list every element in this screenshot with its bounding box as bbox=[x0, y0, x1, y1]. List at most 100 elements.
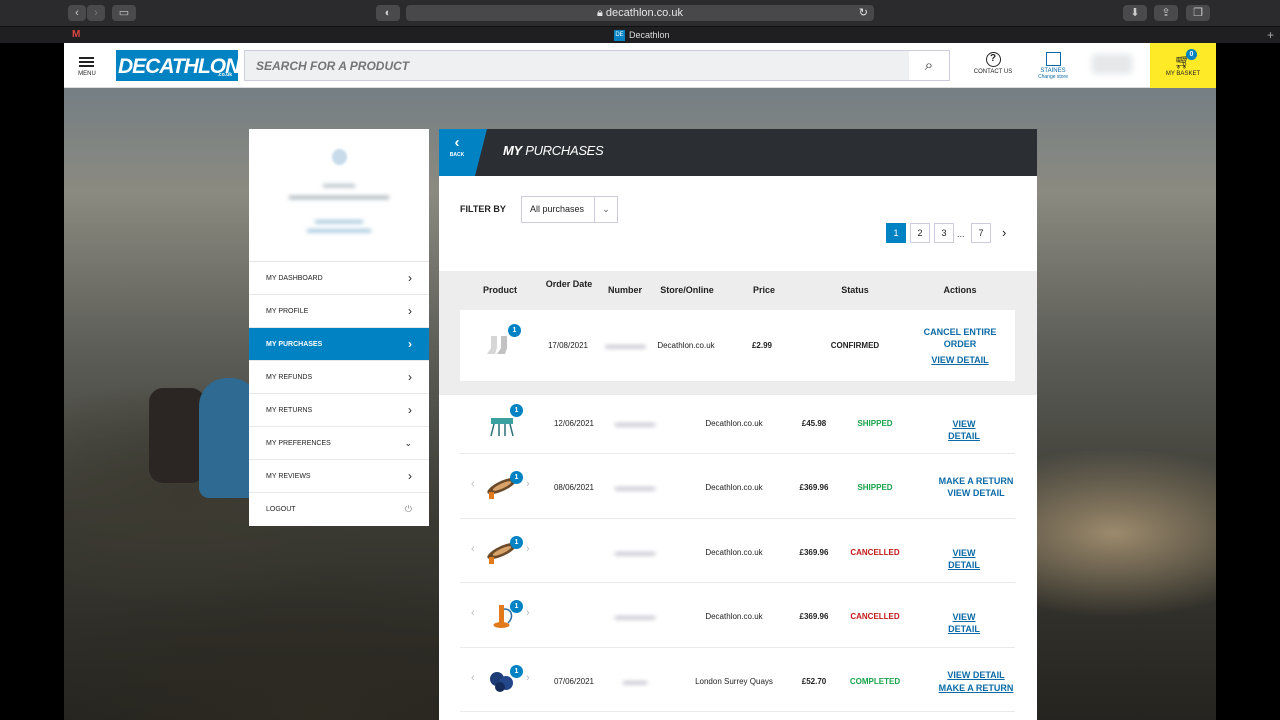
sidebar-item-label: MY REFUNDS bbox=[266, 374, 313, 381]
sidebar-item-refunds[interactable]: MY REFUNDS › bbox=[249, 361, 429, 394]
sidebar-item-reviews[interactable]: MY REVIEWS › bbox=[249, 460, 429, 493]
help-circle-icon: ? bbox=[985, 52, 1001, 67]
sidebar-item-purchases[interactable]: MY PURCHASES › bbox=[249, 328, 429, 361]
status-badge: CANCELLED bbox=[850, 612, 900, 621]
sidebar-item-preferences[interactable]: MY PREFERENCES ⌄ bbox=[249, 427, 429, 460]
account-link-blurred[interactable]: ▬▬▬▬▬▬ bbox=[249, 216, 429, 225]
table-row[interactable]: ‹ 1 › 08/06/2021 ▬▬▬▬▬ Decathlon.co.uk £… bbox=[460, 454, 1015, 519]
download-icon[interactable]: ⬇ bbox=[1123, 5, 1147, 21]
table-row[interactable]: ‹ 1 › ▬▬▬▬▬ Decathlon.co.uk £369.96 CANC… bbox=[460, 519, 1015, 583]
page-title-bold: MY bbox=[503, 143, 522, 158]
sidebar-item-returns[interactable]: MY RETURNS › bbox=[249, 394, 429, 427]
view-detail-link[interactable]: VIEW DETAIL bbox=[936, 611, 992, 635]
view-detail-link[interactable]: VIEW DETAIL bbox=[915, 354, 1005, 366]
back-label: BACK bbox=[449, 152, 465, 158]
page-2-button[interactable]: 2 bbox=[910, 223, 930, 243]
table-row[interactable]: ‹ 1 › ▬▬▬▬▬ Decathlon.co.uk £369.96 CANC… bbox=[460, 583, 1015, 648]
tabs-overview-icon[interactable]: ❐ bbox=[1186, 5, 1210, 21]
quantity-badge: 1 bbox=[508, 324, 521, 337]
status-badge: SHIPPED bbox=[857, 419, 893, 428]
back-button[interactable]: ‹ BACK bbox=[439, 129, 475, 176]
table-row[interactable] bbox=[460, 712, 1015, 720]
make-return-link[interactable]: MAKE A RETURN bbox=[936, 475, 1016, 487]
username-blurred: ▬▬▬▬▬▬▬▬▬▬ bbox=[289, 191, 389, 202]
order-price: £369.96 bbox=[799, 483, 829, 492]
page-1-button[interactable]: 1 bbox=[886, 223, 906, 243]
gmail-bookmark-icon[interactable]: M bbox=[72, 29, 80, 40]
order-store: Decathlon.co.uk bbox=[705, 483, 763, 492]
basket-button[interactable]: 🛒︎ 0 MY BASKET bbox=[1150, 43, 1216, 88]
privacy-shield-icon[interactable]: ◐ bbox=[376, 5, 400, 21]
chevron-right-icon[interactable]: › bbox=[526, 478, 530, 490]
sidebar-toggle-icon[interactable]: ▭ bbox=[112, 5, 136, 21]
table-row[interactable]: 1 17/08/2021 ▬▬▬▬▬ Decathlon.co.uk £2.99… bbox=[460, 310, 1015, 381]
power-icon: ⏻ bbox=[404, 504, 412, 514]
account-id-blurred: ▬▬▬▬▬▬▬▬ bbox=[307, 225, 371, 234]
view-detail-link[interactable]: VIEW DETAIL bbox=[936, 487, 1016, 499]
profile-summary: ▬▬▬▬ ▬▬▬▬▬▬▬▬▬▬ ▬▬▬▬▬▬ ▬▬▬▬▬▬▬▬ bbox=[249, 129, 429, 262]
table-row[interactable]: 1 12/06/2021 ▬▬▬▬▬ Decathlon.co.uk £45.9… bbox=[460, 396, 1015, 454]
quantity-badge: 1 bbox=[510, 404, 523, 417]
order-actions: VIEW DETAIL bbox=[936, 611, 992, 635]
order-actions: MAKE A RETURN VIEW DETAIL bbox=[936, 475, 1016, 499]
order-number-blurred: ▬▬▬▬▬ bbox=[605, 341, 646, 350]
column-order-date: Order Date bbox=[545, 279, 593, 289]
chevron-right-icon[interactable]: › bbox=[526, 607, 530, 619]
order-store: Decathlon.co.uk bbox=[657, 341, 715, 350]
back-arrow-icon[interactable]: ‹ bbox=[68, 5, 86, 21]
account-avatar-blurred bbox=[1092, 54, 1132, 74]
page-7-button[interactable]: 7 bbox=[971, 223, 991, 243]
quantity-badge: 1 bbox=[510, 665, 523, 678]
column-product: Product bbox=[482, 285, 517, 295]
store-selector[interactable]: STAINES Change store bbox=[1030, 43, 1076, 88]
next-page-icon[interactable]: › bbox=[1002, 225, 1006, 240]
quantity-badge: 1 bbox=[510, 471, 523, 484]
column-status: Status bbox=[841, 285, 869, 295]
chevron-left-icon[interactable]: ‹ bbox=[471, 607, 475, 619]
chevron-left-icon[interactable]: ‹ bbox=[471, 543, 475, 555]
decathlon-logo[interactable]: DECATHLON .co.uk bbox=[116, 50, 240, 81]
status-badge: COMPLETED bbox=[849, 677, 901, 686]
account-button[interactable] bbox=[1084, 43, 1140, 88]
change-store-link[interactable]: Change store bbox=[1030, 74, 1076, 80]
order-date: 12/06/2021 bbox=[553, 419, 595, 428]
page-3-button[interactable]: 3 bbox=[934, 223, 954, 243]
sidebar-item-label: MY DASHBOARD bbox=[266, 275, 323, 282]
share-icon[interactable]: ⇪ bbox=[1154, 5, 1178, 21]
lock-icon: 🔒︎ bbox=[597, 7, 606, 19]
view-detail-link[interactable]: VIEW DETAIL bbox=[936, 418, 992, 442]
address-bar[interactable]: 🔒︎ decathlon.co.uk ↻ bbox=[406, 5, 874, 21]
order-date: 07/06/2021 bbox=[553, 677, 595, 686]
chevron-down-icon: ⌄ bbox=[594, 197, 617, 222]
order-number-blurred: ▬▬▬▬▬ bbox=[615, 419, 655, 428]
forward-arrow-icon[interactable]: › bbox=[87, 5, 105, 21]
order-number-blurred: ▬▬▬▬▬ bbox=[615, 483, 655, 492]
new-tab-icon[interactable]: + bbox=[1267, 28, 1274, 42]
chevron-right-icon[interactable]: › bbox=[526, 672, 530, 684]
sidebar-item-dashboard[interactable]: MY DASHBOARD › bbox=[249, 262, 429, 295]
contact-us-button[interactable]: ? CONTACT US bbox=[970, 43, 1016, 88]
chevron-left-icon[interactable]: ‹ bbox=[471, 672, 475, 684]
sidebar-item-logout[interactable]: LOGOUT ⏻ bbox=[249, 493, 429, 526]
column-actions: Actions bbox=[943, 285, 977, 295]
tab-decathlon[interactable]: DE Decathlon bbox=[614, 29, 670, 42]
status-badge: CANCELLED bbox=[850, 548, 900, 557]
menu-button[interactable]: MENU bbox=[64, 43, 110, 88]
pager-ellipsis: ... bbox=[957, 229, 965, 239]
cancel-order-link[interactable]: CANCEL ENTIRE ORDER bbox=[915, 326, 1005, 350]
store-icon bbox=[1045, 52, 1061, 66]
sidebar-item-label: MY PROFILE bbox=[266, 308, 309, 315]
sidebar-item-profile[interactable]: MY PROFILE › bbox=[249, 295, 429, 328]
search-input[interactable] bbox=[245, 51, 910, 80]
filter-select[interactable]: All purchases ⌄ bbox=[521, 196, 618, 223]
column-price: Price bbox=[752, 285, 776, 295]
table-row[interactable]: ‹ 1 › 07/06/2021 ▬▬▬ London Surrey Quays… bbox=[460, 648, 1015, 712]
search-icon[interactable]: ⌕ bbox=[909, 51, 949, 80]
view-detail-link[interactable]: VIEW DETAIL bbox=[936, 547, 992, 571]
chevron-left-icon[interactable]: ‹ bbox=[471, 478, 475, 490]
order-price: £45.98 bbox=[801, 419, 827, 428]
reload-icon[interactable]: ↻ bbox=[859, 5, 868, 21]
view-detail-link[interactable]: VIEW DETAIL bbox=[936, 669, 1016, 681]
make-return-link[interactable]: MAKE A RETURN bbox=[936, 682, 1016, 694]
chevron-right-icon[interactable]: › bbox=[526, 543, 530, 555]
